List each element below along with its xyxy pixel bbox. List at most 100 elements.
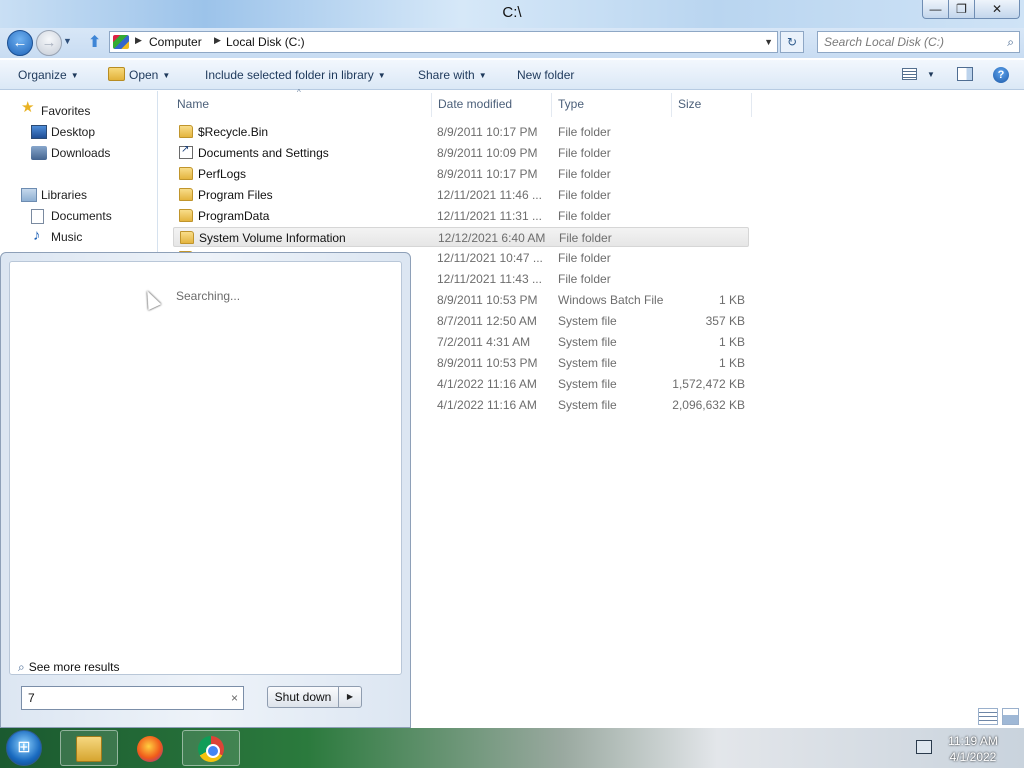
- column-divider[interactable]: [751, 93, 752, 117]
- breadcrumb-local-disk[interactable]: Local Disk (C:): [226, 35, 305, 49]
- file-name: Documents and Settings: [198, 146, 329, 160]
- file-size: 1,572,472 KB: [672, 377, 745, 391]
- breadcrumb-computer[interactable]: Computer: [149, 35, 202, 49]
- column-divider[interactable]: [671, 93, 672, 117]
- chrome-icon: [198, 736, 224, 762]
- breadcrumb-separator[interactable]: ▶: [214, 35, 221, 46]
- chevron-down-icon: ▼: [377, 71, 386, 80]
- view-options-dropdown[interactable]: ▼: [927, 70, 935, 79]
- start-search-value[interactable]: 7: [28, 691, 35, 705]
- taskbar-firefox[interactable]: [121, 730, 179, 766]
- change-view-icon[interactable]: [902, 68, 917, 80]
- taskbar-chrome[interactable]: [182, 730, 240, 766]
- shut-down-button[interactable]: Shut down: [267, 686, 339, 708]
- include-in-library-menu[interactable]: Include selected folder in library ▼: [205, 68, 386, 82]
- nav-music[interactable]: Music: [51, 230, 82, 244]
- include-label: Include selected folder in library: [205, 68, 374, 82]
- file-date-modified: 8/9/2011 10:53 PM: [437, 356, 538, 370]
- network-icon[interactable]: [916, 740, 932, 754]
- forward-button[interactable]: →: [36, 30, 62, 56]
- column-header-date-modified[interactable]: Date modified: [438, 97, 512, 111]
- organize-menu[interactable]: Organize ▼: [18, 68, 79, 82]
- start-search-input[interactable]: 7 ×: [21, 686, 244, 710]
- downloads-icon: [31, 146, 47, 160]
- help-icon[interactable]: ?: [993, 67, 1009, 83]
- nav-desktop[interactable]: Desktop: [51, 125, 95, 139]
- up-one-level-button[interactable]: ⬆: [88, 32, 101, 52]
- start-button[interactable]: ⊞: [6, 730, 42, 766]
- recent-pages-dropdown[interactable]: ▼: [63, 36, 72, 46]
- file-size: 1 KB: [718, 356, 745, 370]
- clear-search-icon[interactable]: ×: [231, 691, 238, 705]
- table-row[interactable]: $Recycle.Bin 8/9/2011 10:17 PM File folder: [173, 122, 749, 142]
- minimize-button[interactable]: —: [922, 0, 949, 19]
- search-icon[interactable]: ⌕: [1007, 35, 1014, 50]
- table-row[interactable]: ProgramData 12/11/2021 11:31 ... File fold…: [173, 206, 749, 226]
- search-icon: ⌕: [18, 660, 25, 674]
- file-name: Program Files: [198, 188, 273, 202]
- open-menu[interactable]: Open ▼: [129, 68, 170, 82]
- column-header-type[interactable]: Type: [558, 97, 584, 111]
- search-input[interactable]: [824, 34, 994, 50]
- table-row[interactable]: PerfLogs 8/9/2011 10:17 PM File folder: [173, 164, 749, 184]
- address-bar[interactable]: ▶ Computer ▶ Local Disk (C:) ▼: [109, 31, 778, 53]
- breadcrumb-separator[interactable]: ▶: [135, 35, 142, 46]
- share-with-menu[interactable]: Share with ▼: [418, 68, 487, 82]
- new-folder-button[interactable]: New folder: [517, 68, 574, 82]
- close-icon: ✕: [991, 2, 1003, 16]
- file-type: System file: [558, 398, 617, 412]
- close-button[interactable]: ✕: [974, 0, 1020, 19]
- column-header-size[interactable]: Size: [678, 97, 701, 111]
- file-date-modified: 8/9/2011 10:17 PM: [437, 125, 538, 139]
- preview-pane-icon[interactable]: [957, 67, 973, 81]
- star-icon: ★: [21, 99, 35, 116]
- file-name: System Volume Information: [199, 231, 346, 245]
- file-size: 1 KB: [718, 335, 745, 349]
- folder-icon: [76, 736, 102, 762]
- window-title: C:\: [502, 4, 522, 21]
- back-button[interactable]: ←: [7, 30, 33, 56]
- table-row[interactable]: Program Files 12/11/2021 11:46 ... File fo…: [173, 185, 749, 205]
- file-size: 1 KB: [718, 293, 745, 307]
- see-more-results-link[interactable]: ⌕ See more results: [18, 660, 119, 675]
- folder-icon: [179, 167, 193, 180]
- nav-documents[interactable]: Documents: [51, 209, 112, 223]
- column-divider[interactable]: [551, 93, 552, 117]
- location-icon: [113, 35, 129, 49]
- file-type: File folder: [558, 146, 611, 160]
- file-type: System file: [558, 314, 617, 328]
- large-icons-view-icon[interactable]: [1002, 708, 1019, 725]
- column-header-name[interactable]: Name: [177, 97, 209, 111]
- maximize-button[interactable]: ❐: [948, 0, 975, 19]
- refresh-button[interactable]: ↻: [780, 31, 804, 53]
- file-name: $Recycle.Bin: [198, 125, 269, 139]
- shut-down-options-arrow[interactable]: ▶: [338, 686, 362, 708]
- file-date-modified: 4/1/2022 11:16 AM: [437, 377, 537, 391]
- nav-libraries[interactable]: Libraries: [41, 188, 87, 202]
- file-date-modified: 8/9/2011 10:09 PM: [437, 146, 538, 160]
- window-title-bar[interactable]: C:\ — ❐ ✕: [0, 0, 1024, 30]
- column-divider[interactable]: [431, 93, 432, 117]
- table-row[interactable]: Documents and Settings 8/9/2011 10:09 PM F…: [173, 143, 749, 163]
- chevron-down-icon: ▼: [162, 71, 171, 80]
- file-type: File folder: [558, 125, 611, 139]
- file-type: File folder: [558, 188, 611, 202]
- organize-label: Organize: [18, 68, 67, 82]
- taskbar-clock[interactable]: 11:19 AM 4/1/2022: [940, 733, 1006, 765]
- file-date-modified: 4/1/2022 11:16 AM: [437, 398, 537, 412]
- table-row[interactable]: System Volume Information 12/12/2021 6:40…: [173, 227, 749, 247]
- file-type: File folder: [558, 167, 611, 181]
- address-dropdown-icon[interactable]: ▼: [764, 37, 773, 47]
- details-view-icon[interactable]: [978, 708, 998, 725]
- folder-icon: [179, 209, 193, 222]
- minimize-icon: —: [929, 2, 942, 16]
- firefox-icon: [137, 736, 163, 762]
- folder-icon: [179, 188, 193, 201]
- open-label: Open: [129, 68, 159, 82]
- searching-status: Searching...: [176, 289, 241, 303]
- search-box[interactable]: ⌕: [817, 31, 1020, 53]
- nav-favorites[interactable]: Favorites: [41, 104, 90, 118]
- taskbar-windows-explorer[interactable]: [60, 730, 118, 766]
- nav-downloads[interactable]: Downloads: [51, 146, 110, 160]
- file-date-modified: 12/12/2021 6:40 AM: [438, 231, 546, 245]
